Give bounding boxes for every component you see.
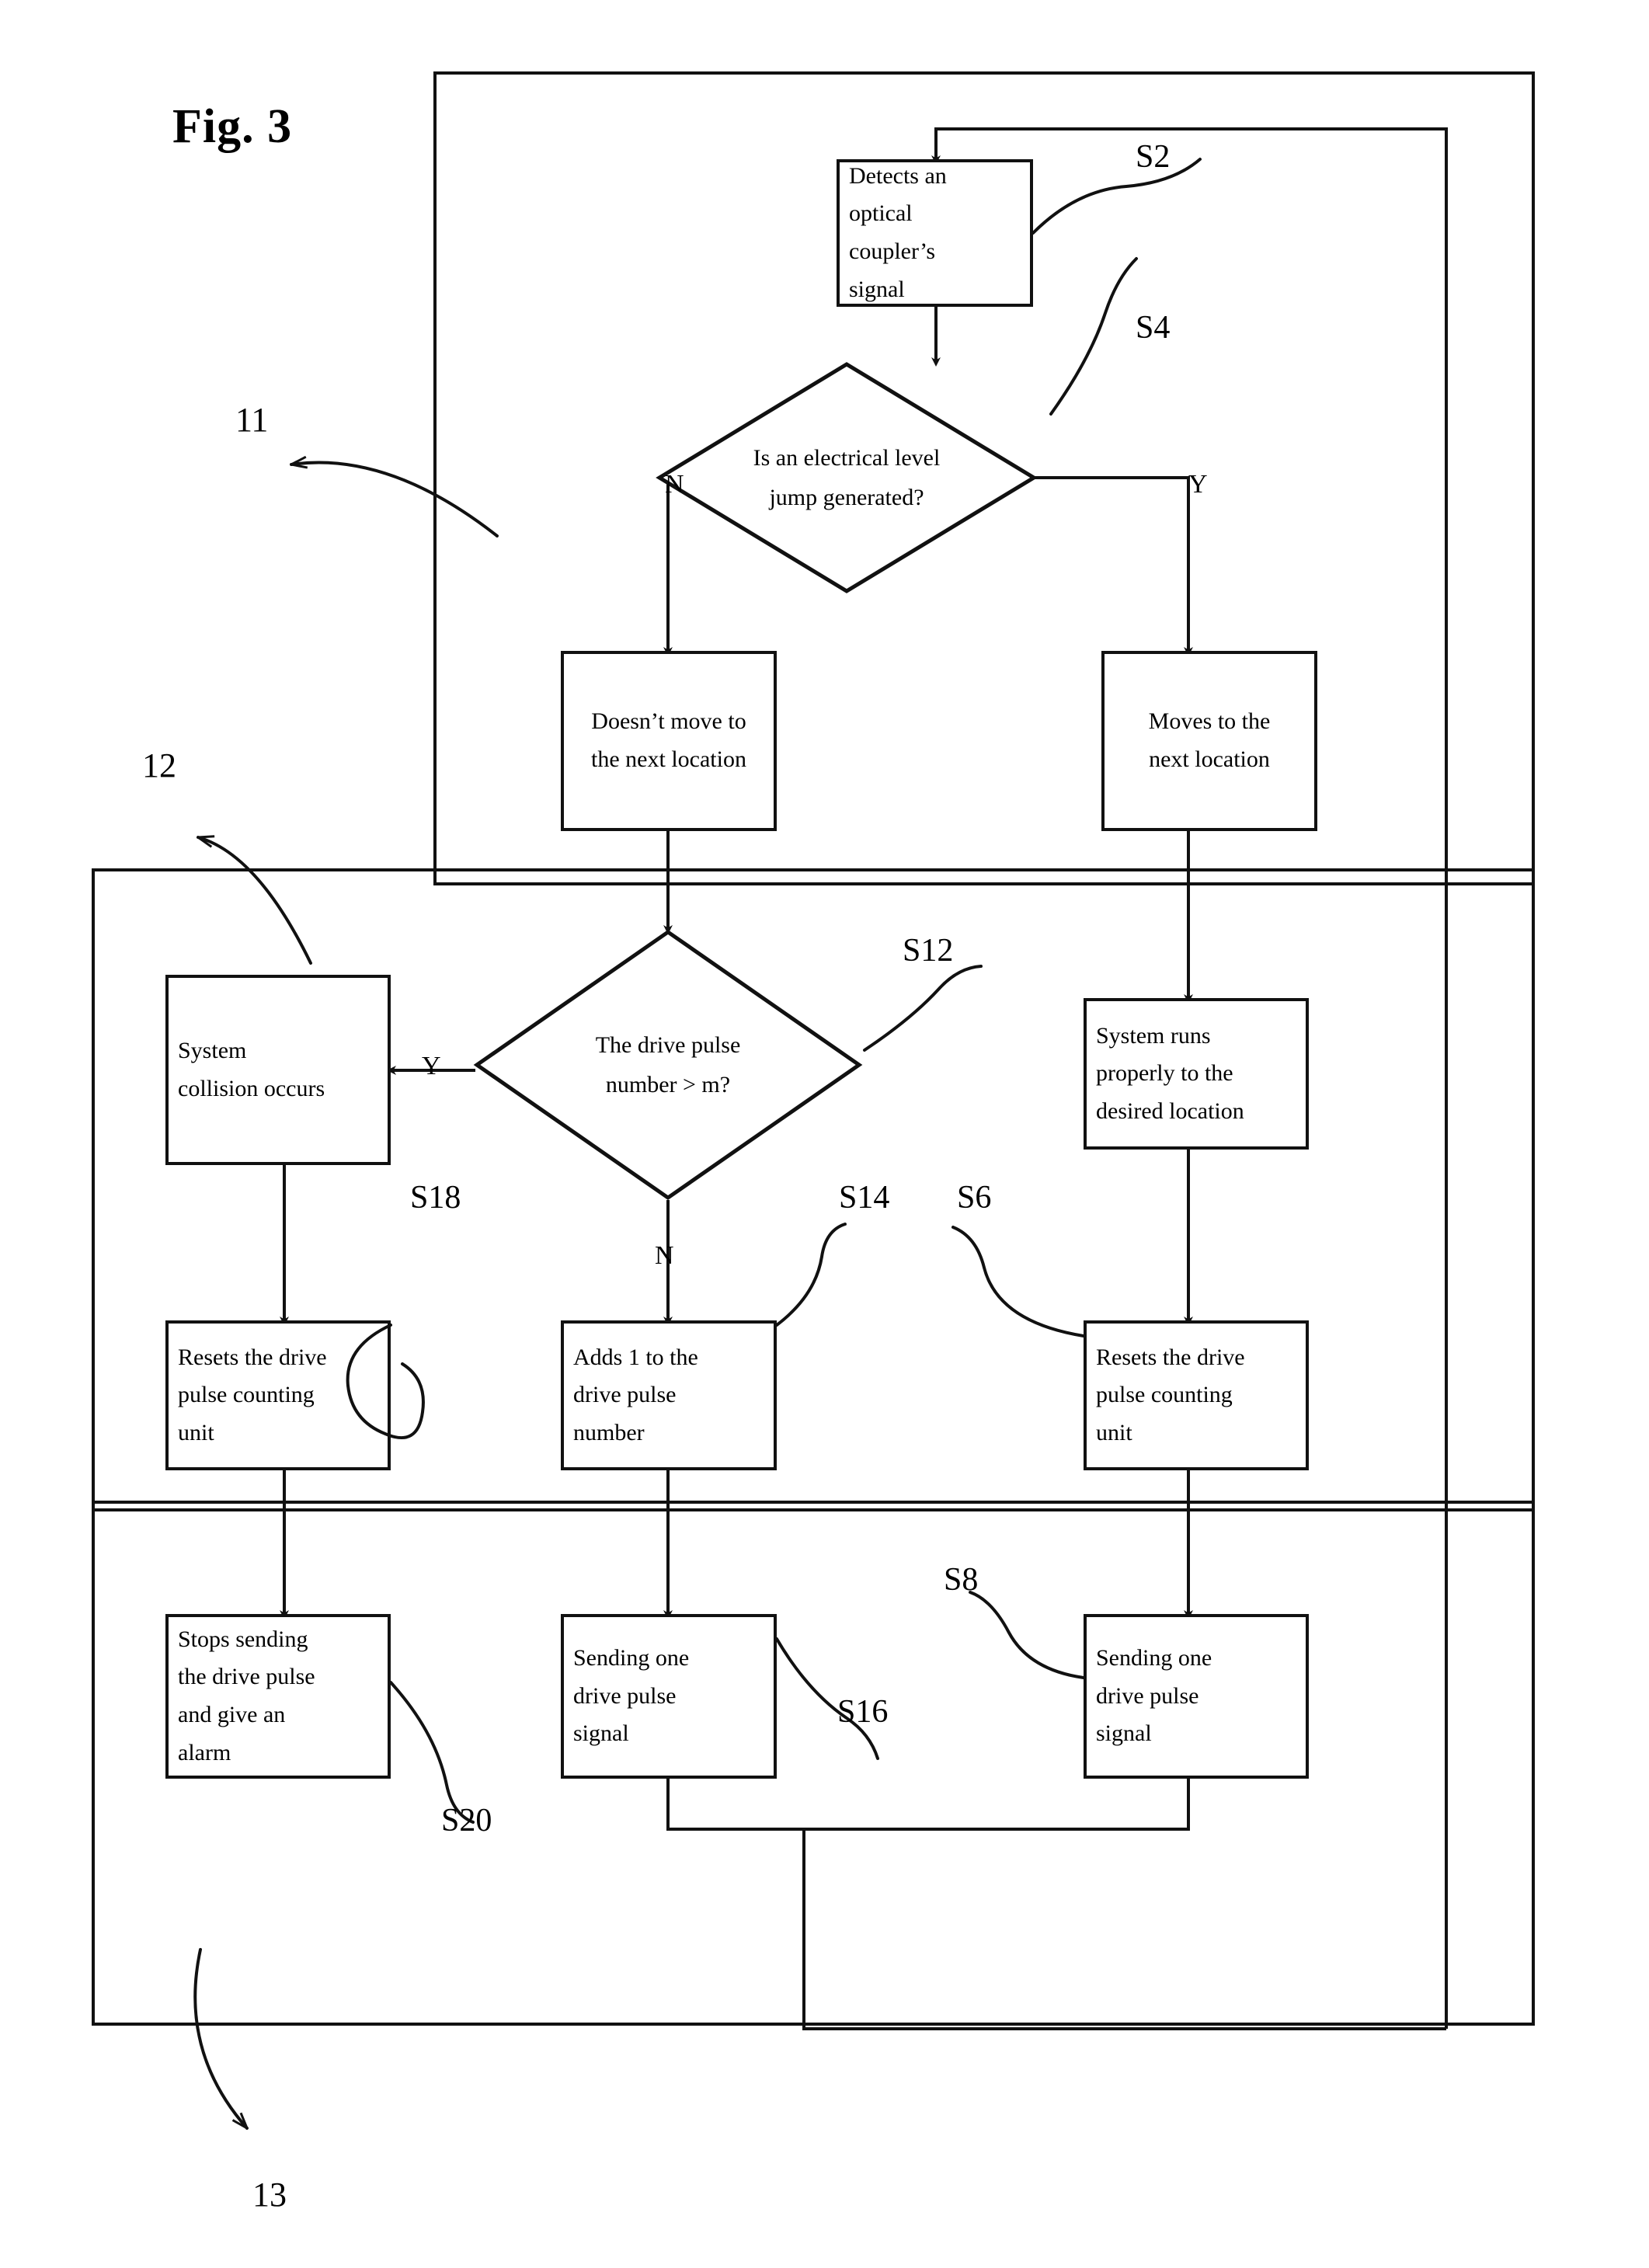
step-label-s6: S6 <box>957 1180 992 1216</box>
node-resets-drive-pulse-counting-unit-s18[interactable]: Resets the drive pulse counting unit <box>165 1320 391 1470</box>
node-text: Resets the drive pulse counting unit <box>1096 1344 1245 1445</box>
step-label-s14: S14 <box>839 1180 890 1216</box>
reference-numeral-13: 13 <box>252 2176 287 2214</box>
diamond-shape <box>656 362 1038 593</box>
node-adds-one-drive-pulse-number[interactable]: Adds 1 to the drive pulse number <box>561 1320 777 1470</box>
node-text: Moves to the next location <box>1148 708 1271 772</box>
node-text: System runs properly to the desired loca… <box>1096 1022 1244 1124</box>
node-text: Resets the drive pulse counting unit <box>178 1344 327 1445</box>
node-resets-drive-pulse-counting-unit-s6[interactable]: Resets the drive pulse counting unit <box>1084 1320 1309 1470</box>
step-label-s4: S4 <box>1136 310 1171 346</box>
decision-electrical-level-jump[interactable]: Is an electrical level jump generated? <box>656 361 1038 594</box>
node-system-runs-properly[interactable]: System runs properly to the desired loca… <box>1084 998 1309 1150</box>
node-sending-one-drive-pulse-signal-s8[interactable]: Sending one drive pulse signal <box>1084 1614 1309 1779</box>
node-stops-sending-drive-pulse-alarm[interactable]: Stops sending the drive pulse and give a… <box>165 1614 391 1779</box>
step-label-s2: S2 <box>1136 139 1171 175</box>
node-text: System collision occurs <box>178 1037 325 1101</box>
node-text: Sending one drive pulse signal <box>1096 1645 1212 1747</box>
node-doesnt-move-next-location[interactable]: Doesn’t move to the next location <box>561 651 777 831</box>
step-label-s12: S12 <box>903 933 954 969</box>
node-text: Adds 1 to the drive pulse number <box>573 1344 698 1445</box>
branch-label-s4-yes: Y <box>1188 470 1208 499</box>
reference-numeral-12: 12 <box>142 746 176 784</box>
step-label-s20: S20 <box>441 1803 492 1838</box>
node-system-collision-occurs[interactable]: System collision occurs <box>165 975 391 1165</box>
node-text: Stops sending the drive pulse and give a… <box>178 1626 315 1765</box>
node-moves-next-location[interactable]: Moves to the next location <box>1101 651 1317 831</box>
figure-title: Fig. 3 <box>172 100 293 153</box>
step-label-s16: S16 <box>837 1694 889 1730</box>
node-sending-one-drive-pulse-signal-s16[interactable]: Sending one drive pulse signal <box>561 1614 777 1779</box>
node-text: Detects an optical coupler’s signal <box>849 162 947 302</box>
branch-label-s12-yes: Y <box>422 1052 441 1080</box>
node-detect-optical-coupler-signal[interactable]: Detects an optical coupler’s signal <box>837 159 1033 307</box>
diamond-shape <box>473 929 863 1201</box>
reference-numeral-11: 11 <box>235 401 269 439</box>
step-label-s8: S8 <box>944 1562 979 1598</box>
figure-canvas: Fig. 3 Detects an optical coupler’s sign… <box>0 0 1649 2268</box>
node-text: Sending one drive pulse signal <box>573 1645 690 1747</box>
step-label-s18: S18 <box>410 1180 461 1216</box>
decision-drive-pulse-number-gt-m[interactable]: The drive pulse number > m? <box>473 929 863 1201</box>
branch-label-s12-no: N <box>655 1241 674 1270</box>
node-text: Doesn’t move to the next location <box>591 708 746 772</box>
branch-label-s4-no: N <box>665 470 684 499</box>
